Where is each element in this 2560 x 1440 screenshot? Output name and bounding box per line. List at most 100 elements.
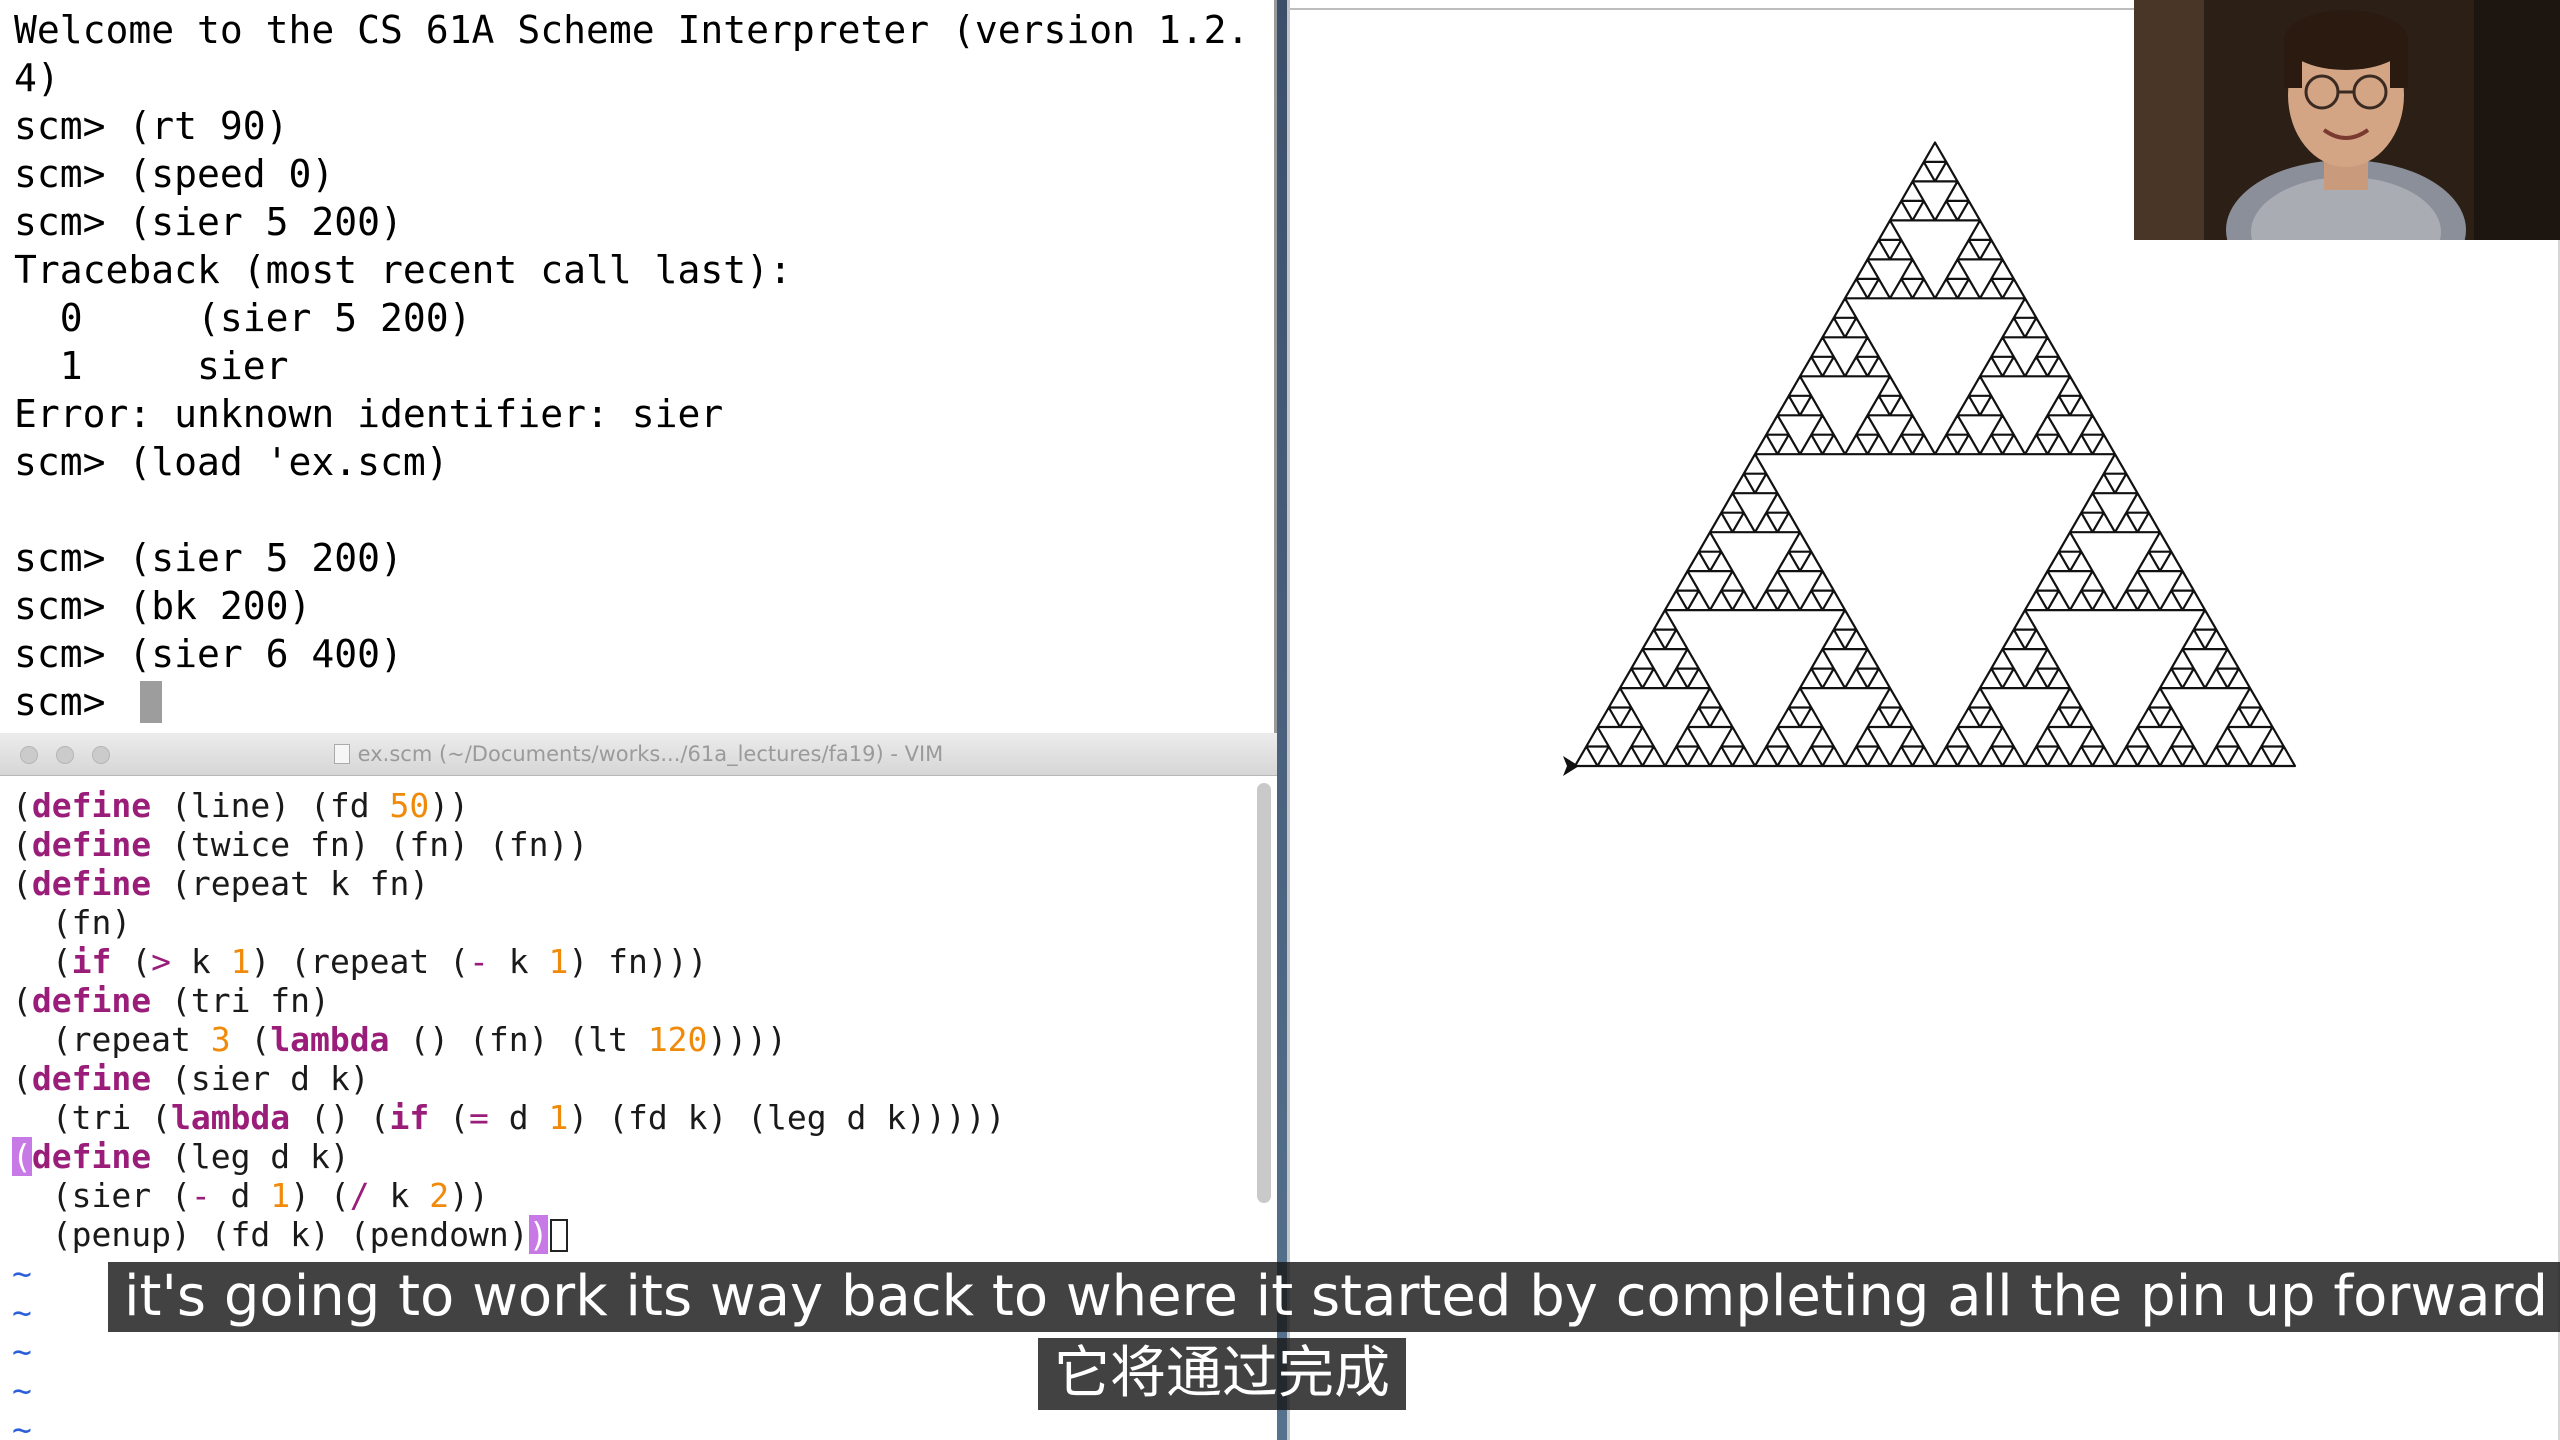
code-keyword: define (31, 1059, 152, 1098)
code-line: (define (repeat k fn) (12, 864, 1277, 903)
code-token: () (fn) (lt (389, 1020, 648, 1059)
code-token: (sier ( (12, 1176, 191, 1215)
terminal-line: scm> (bk 200) (14, 584, 312, 628)
code-token: (twice fn) (fn) (fn)) (151, 825, 589, 864)
code-token: (line) (fd (151, 786, 390, 825)
terminal-line: scm> (speed 0) (14, 152, 335, 196)
vim-editor-window[interactable]: ex.scm (~/Documents/works.../61a_lecture… (0, 733, 1277, 1440)
terminal-line: scm> (sier 6 400) (14, 632, 403, 676)
code-token: k (170, 942, 231, 981)
code-token: ( (429, 1098, 470, 1137)
code-keyword: if (71, 942, 112, 981)
code-token: (sier d k) (151, 1059, 370, 1098)
code-token: k (488, 942, 549, 981)
turtle-cursor-icon (1563, 756, 1579, 776)
code-number: 1 (270, 1176, 291, 1215)
code-token: ( (12, 786, 32, 825)
code-keyword: define (31, 864, 152, 903)
scheme-terminal[interactable]: Welcome to the CS 61A Scheme Interpreter… (0, 0, 1277, 733)
terminal-cursor (140, 681, 163, 723)
code-line: (define (line) (fd 50)) (12, 786, 1277, 825)
code-token: ( (230, 1020, 271, 1059)
code-token: > (151, 942, 171, 981)
vim-scrollbar[interactable] (1257, 783, 1271, 1203)
code-token: ) (fd k) (leg d k))))) (568, 1098, 1006, 1137)
vim-titlebar[interactable]: ex.scm (~/Documents/works.../61a_lecture… (0, 733, 1277, 776)
code-token: (fn) (12, 903, 132, 942)
code-token: ) ( (290, 1176, 350, 1215)
document-icon (333, 744, 350, 764)
code-keyword: define (31, 981, 152, 1020)
terminal-line: Error: unknown identifier: sier (14, 392, 724, 436)
presenter-figure (2134, 0, 2560, 240)
code-token: ( (12, 942, 72, 981)
code-line: (tri (lambda () (if (= d 1) (fd k) (leg … (12, 1098, 1277, 1137)
terminal-line: Welcome to the CS 61A Scheme Interpreter… (14, 8, 1250, 52)
code-token: / (349, 1176, 370, 1215)
code-token: (leg d k) (151, 1137, 350, 1176)
terminal-prompt: scm> (14, 680, 129, 724)
code-token: k (369, 1176, 430, 1215)
code-token: () ( (290, 1098, 390, 1137)
code-token: = (469, 1098, 489, 1137)
code-line: (define (twice fn) (fn) (fn)) (12, 825, 1277, 864)
presenter-webcam (2134, 0, 2560, 240)
vim-window-title: ex.scm (~/Documents/works.../61a_lecture… (0, 742, 1277, 766)
terminal-line: scm> (rt 90) (14, 104, 289, 148)
code-token: )) (429, 786, 470, 825)
code-line: (penup) (fd k) (pendown)) (12, 1215, 1277, 1254)
code-token: ) (528, 1215, 549, 1254)
code-number: 1 (548, 1098, 569, 1137)
code-token: ( (12, 1059, 32, 1098)
code-line: (sier (- d 1) (/ k 2)) (12, 1176, 1277, 1215)
code-keyword: define (31, 786, 152, 825)
subtitle-english: it's going to work its way back to where… (108, 1262, 2560, 1332)
code-line: (define (leg d k) (12, 1137, 1277, 1176)
terminal-line: scm> (sier 5 200) (14, 536, 403, 580)
vim-cursor (550, 1219, 569, 1252)
code-token: (tri fn) (151, 981, 330, 1020)
code-keyword: lambda (270, 1020, 390, 1059)
code-number: 1 (548, 942, 569, 981)
empty-line-tilde: ~ (12, 1410, 32, 1440)
code-token: ) fn))) (568, 942, 708, 981)
code-token: (repeat (12, 1020, 211, 1059)
code-token: - (469, 942, 489, 981)
code-token: - (190, 1176, 211, 1215)
code-number: 3 (210, 1020, 231, 1059)
code-token: )) (449, 1176, 489, 1215)
terminal-output: Welcome to the CS 61A Scheme Interpreter… (0, 0, 1274, 726)
code-token: (penup) (fd k) (pendown) (12, 1215, 529, 1254)
code-number: 120 (647, 1020, 708, 1059)
code-token: (tri ( (12, 1098, 171, 1137)
code-token: ( (12, 825, 32, 864)
code-number: 1 (230, 942, 251, 981)
terminal-line: 0 (sier 5 200) (14, 296, 472, 340)
code-token: ( (12, 864, 32, 903)
code-number: 2 (429, 1176, 450, 1215)
code-token: d (210, 1176, 271, 1215)
code-token: )))) (707, 1020, 787, 1059)
code-number: 50 (389, 786, 430, 825)
terminal-line: scm> (sier 5 200) (14, 200, 403, 244)
code-token: ( (12, 981, 32, 1020)
code-keyword: define (31, 825, 152, 864)
terminal-line: 1 sier (14, 344, 289, 388)
code-line: (define (tri fn) (12, 981, 1277, 1020)
code-line: (fn) (12, 903, 1277, 942)
window-divider (1277, 0, 1287, 1440)
code-token: ) (repeat ( (250, 942, 470, 981)
code-token: (repeat k fn) (151, 864, 430, 903)
code-line: (define (sier d k) (12, 1059, 1277, 1098)
terminal-line: Traceback (most recent call last): (14, 248, 792, 292)
code-token: d (488, 1098, 549, 1137)
code-line: (repeat 3 (lambda () (fn) (lt 120)))) (12, 1020, 1277, 1059)
code-token: ( (111, 942, 152, 981)
code-line: (if (> k 1) (repeat (- k 1) fn))) (12, 942, 1277, 981)
terminal-line: scm> (load 'ex.scm) (14, 440, 449, 484)
code-keyword: if (389, 1098, 430, 1137)
terminal-prompt-line[interactable]: scm> (14, 678, 1274, 726)
subtitle-chinese: 它将通过完成 (1038, 1338, 1406, 1410)
code-keyword: lambda (170, 1098, 291, 1137)
